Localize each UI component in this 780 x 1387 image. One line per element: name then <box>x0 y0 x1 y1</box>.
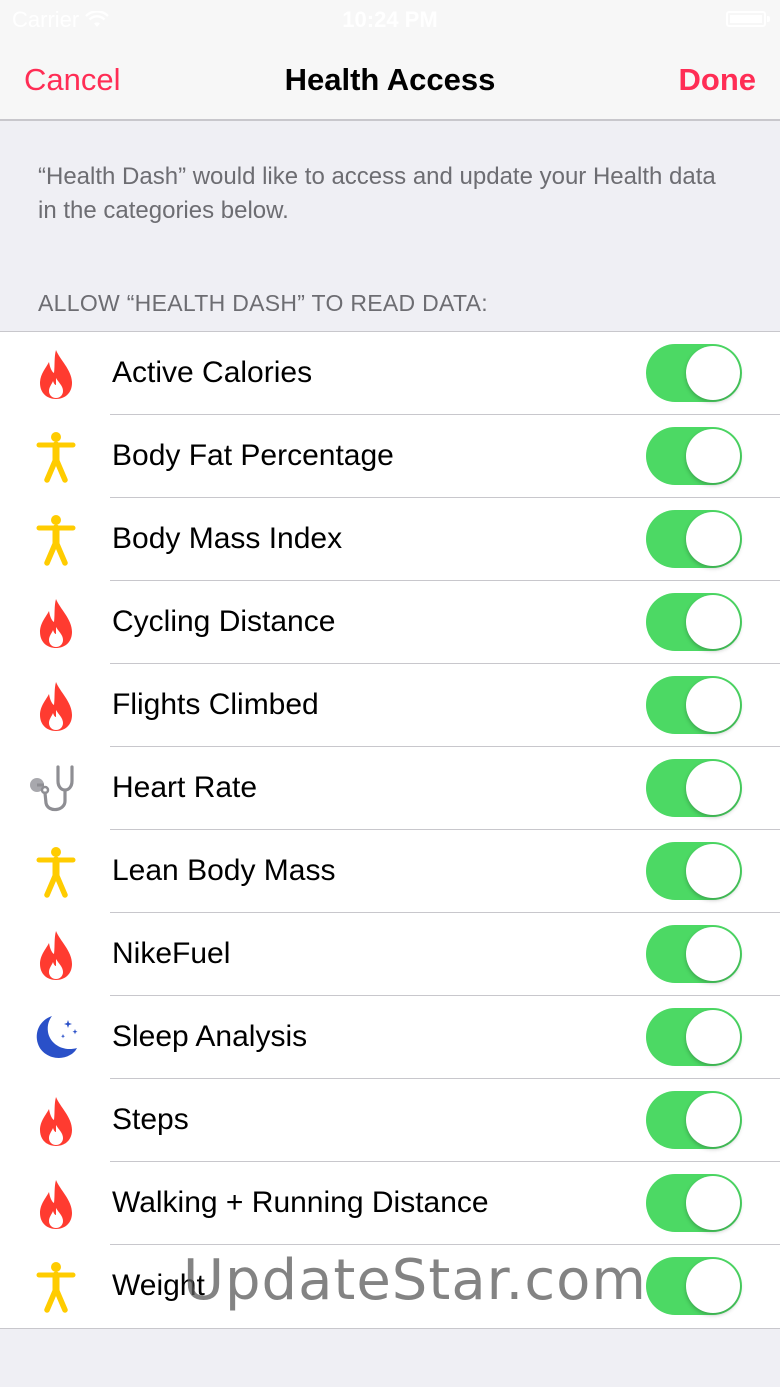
list-item: Cycling Distance <box>0 581 780 664</box>
permission-toggle[interactable] <box>646 1174 742 1232</box>
toggle-knob <box>686 678 740 732</box>
item-label: Sleep Analysis <box>112 1020 308 1053</box>
permission-toggle[interactable] <box>646 1091 742 1149</box>
toggle-knob <box>686 512 740 566</box>
toggle-knob <box>686 346 740 400</box>
flame-icon <box>26 929 86 981</box>
item-label: Body Mass Index <box>112 522 343 555</box>
list-item: Heart Rate <box>0 747 780 830</box>
toggle-knob <box>686 1259 740 1313</box>
list-item: NikeFuel <box>0 913 780 996</box>
permission-toggle[interactable] <box>646 427 742 485</box>
item-label: Lean Body Mass <box>112 854 336 887</box>
item-label: Cycling Distance <box>112 605 336 638</box>
item-label: Steps <box>112 1103 189 1136</box>
item-label: NikeFuel <box>112 937 231 970</box>
section-header: ALLOW “HEALTH DASH” TO READ DATA: <box>38 290 488 316</box>
moon-icon <box>26 1012 86 1064</box>
item-label: Active Calories <box>112 356 313 389</box>
toggle-knob <box>686 761 740 815</box>
status-bar: Carrier 10:24 PM <box>0 0 780 40</box>
page-title: Health Access <box>284 62 496 97</box>
item-label: Body Fat Percentage <box>112 439 394 472</box>
stethoscope-icon <box>26 763 86 815</box>
flame-icon <box>26 680 86 732</box>
permission-toggle[interactable] <box>646 676 742 734</box>
permission-toggle[interactable] <box>646 759 742 817</box>
body-icon <box>26 514 86 566</box>
list-item: Body Fat Percentage <box>0 415 780 498</box>
permission-toggle[interactable] <box>646 1257 742 1315</box>
list-item: Active Calories <box>0 332 780 415</box>
flame-icon <box>26 1178 86 1230</box>
flame-icon <box>26 348 86 400</box>
battery-icon <box>726 11 770 27</box>
permission-toggle[interactable] <box>646 925 742 983</box>
flame-icon <box>26 597 86 649</box>
toggle-knob <box>686 1010 740 1064</box>
list-item: Body Mass Index <box>0 498 780 581</box>
list-item: Steps <box>0 1079 780 1162</box>
permission-toggle[interactable] <box>646 593 742 651</box>
permission-toggle[interactable] <box>646 510 742 568</box>
toggle-knob <box>686 429 740 483</box>
done-button[interactable]: Done <box>679 62 757 98</box>
list-item: Lean Body Mass <box>0 830 780 913</box>
watermark: UpdateStar.com <box>183 1248 647 1313</box>
permission-toggle[interactable] <box>646 842 742 900</box>
toggle-knob <box>686 1093 740 1147</box>
body-icon <box>26 431 86 483</box>
list-item: Sleep Analysis <box>0 996 780 1079</box>
toggle-knob <box>686 1176 740 1230</box>
toggle-knob <box>686 595 740 649</box>
navigation-bar: Cancel Health Access Done <box>0 40 780 121</box>
permission-list: Active Calories Body Fat Percentage Body M… <box>0 331 780 1329</box>
body-icon <box>26 846 86 898</box>
item-label: Flights Climbed <box>112 688 319 721</box>
intro-text: “Health Dash” would like to access and u… <box>38 163 716 224</box>
list-item: Flights Climbed <box>0 664 780 747</box>
item-label: Heart Rate <box>112 771 258 804</box>
body-icon <box>26 1261 86 1313</box>
list-item: Walking + Running Distance <box>0 1162 780 1245</box>
status-time: 10:24 PM <box>342 7 438 32</box>
flame-icon <box>26 1095 86 1147</box>
toggle-knob <box>686 844 740 898</box>
permission-toggle[interactable] <box>646 1008 742 1066</box>
toggle-knob <box>686 927 740 981</box>
item-label: Walking + Running Distance <box>112 1186 489 1219</box>
permission-toggle[interactable] <box>646 344 742 402</box>
